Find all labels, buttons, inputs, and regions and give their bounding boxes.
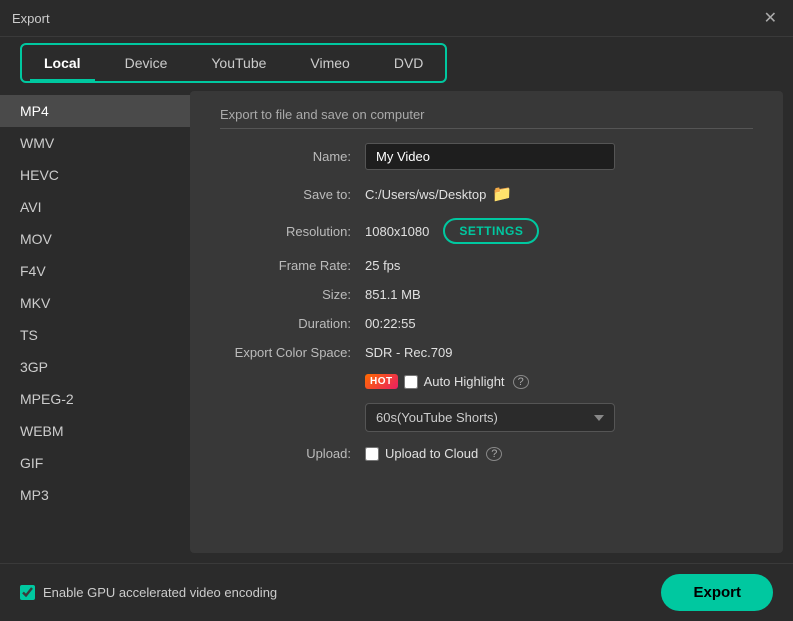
name-label: Name:: [220, 149, 365, 164]
sidebar-item-mpeg2[interactable]: MPEG-2: [0, 383, 190, 415]
export-button[interactable]: Export: [661, 574, 773, 611]
tab-dvd[interactable]: DVD: [372, 45, 446, 81]
sidebar-item-avi[interactable]: AVI: [0, 191, 190, 223]
resolution-row: Resolution: 1080x1080 SETTINGS: [220, 218, 753, 244]
highlight-duration-dropdown[interactable]: 60s(YouTube Shorts): [365, 403, 615, 432]
color-space-label: Export Color Space:: [220, 345, 365, 360]
sidebar-item-mp3[interactable]: MP3: [0, 479, 190, 511]
section-title: Export to file and save on computer: [220, 107, 753, 129]
sidebar-item-mp4[interactable]: MP4: [0, 95, 190, 127]
folder-icon[interactable]: 📁: [492, 184, 512, 204]
duration-label: Duration:: [220, 316, 365, 331]
resolution-field: 1080x1080 SETTINGS: [365, 218, 539, 244]
color-space-row: Export Color Space: SDR - Rec.709: [220, 345, 753, 360]
auto-highlight-checkbox[interactable]: [404, 375, 418, 389]
color-space-value: SDR - Rec.709: [365, 345, 452, 360]
bottom-bar: Enable GPU accelerated video encoding Ex…: [0, 563, 793, 621]
sidebar: MP4 WMV HEVC AVI MOV F4V MKV TS 3GP MPEG…: [0, 91, 190, 563]
resolution-value: 1080x1080: [365, 224, 429, 239]
upload-row: Upload: Upload to Cloud ?: [220, 446, 753, 461]
gpu-row: Enable GPU accelerated video encoding: [20, 585, 277, 600]
auto-highlight-field: HOT Auto Highlight ?: [365, 374, 529, 389]
size-row: Size: 851.1 MB: [220, 287, 753, 302]
tab-device[interactable]: Device: [103, 45, 190, 81]
auto-highlight-row: HOT Auto Highlight ?: [220, 374, 753, 389]
sidebar-item-webm[interactable]: WEBM: [0, 415, 190, 447]
upload-cloud-checkbox[interactable]: [365, 447, 379, 461]
save-to-row: Save to: C:/Users/ws/Desktop 📁: [220, 184, 753, 204]
settings-button[interactable]: SETTINGS: [443, 218, 539, 244]
tab-bar: Local Device YouTube Vimeo DVD: [20, 43, 447, 83]
size-value: 851.1 MB: [365, 287, 421, 302]
tab-local[interactable]: Local: [22, 45, 103, 81]
highlight-dropdown-row: 60s(YouTube Shorts): [365, 403, 753, 432]
hot-badge: HOT: [365, 374, 398, 389]
frame-rate-row: Frame Rate: 25 fps: [220, 258, 753, 273]
sidebar-item-gif[interactable]: GIF: [0, 447, 190, 479]
save-label: Save to:: [220, 187, 365, 202]
upload-field: Upload to Cloud ?: [365, 446, 502, 461]
gpu-label: Enable GPU accelerated video encoding: [43, 585, 277, 600]
auto-highlight-help-icon[interactable]: ?: [513, 375, 529, 389]
upload-help-icon[interactable]: ?: [486, 447, 502, 461]
close-button[interactable]: ✕: [760, 8, 781, 28]
auto-highlight-label: Auto Highlight: [424, 374, 505, 389]
main-area: MP4 WMV HEVC AVI MOV F4V MKV TS 3GP MPEG…: [0, 91, 793, 563]
save-path: C:/Users/ws/Desktop: [365, 187, 486, 202]
sidebar-item-3gp[interactable]: 3GP: [0, 351, 190, 383]
sidebar-item-f4v[interactable]: F4V: [0, 255, 190, 287]
save-to-field: C:/Users/ws/Desktop 📁: [365, 184, 512, 204]
tab-vimeo[interactable]: Vimeo: [288, 45, 371, 81]
sidebar-item-hevc[interactable]: HEVC: [0, 159, 190, 191]
name-row: Name:: [220, 143, 753, 170]
tab-youtube[interactable]: YouTube: [189, 45, 288, 81]
duration-row: Duration: 00:22:55: [220, 316, 753, 331]
upload-label: Upload:: [220, 446, 365, 461]
resolution-label: Resolution:: [220, 224, 365, 239]
title-bar: Export ✕: [0, 0, 793, 37]
window-title: Export: [12, 11, 50, 26]
size-label: Size:: [220, 287, 365, 302]
sidebar-item-wmv[interactable]: WMV: [0, 127, 190, 159]
sidebar-item-mov[interactable]: MOV: [0, 223, 190, 255]
name-input[interactable]: [365, 143, 615, 170]
content-panel: Export to file and save on computer Name…: [190, 91, 783, 553]
sidebar-item-mkv[interactable]: MKV: [0, 287, 190, 319]
frame-rate-value: 25 fps: [365, 258, 400, 273]
upload-cloud-label: Upload to Cloud: [385, 446, 478, 461]
frame-rate-label: Frame Rate:: [220, 258, 365, 273]
sidebar-item-ts[interactable]: TS: [0, 319, 190, 351]
duration-value: 00:22:55: [365, 316, 416, 331]
gpu-checkbox[interactable]: [20, 585, 35, 600]
